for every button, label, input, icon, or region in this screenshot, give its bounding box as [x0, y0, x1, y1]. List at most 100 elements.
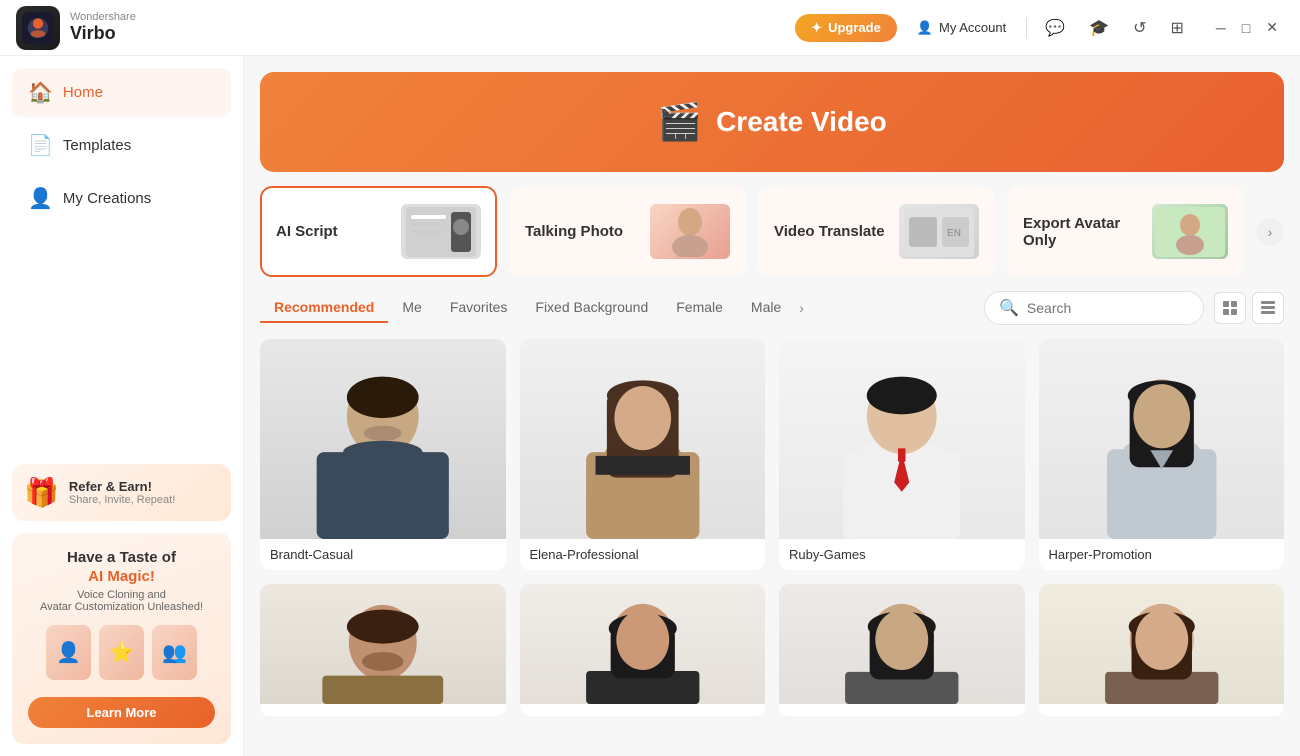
my-account-label: My Account	[939, 20, 1006, 35]
avatar-card-brandt[interactable]: Brandt-Casual	[260, 339, 506, 570]
list-view-icon	[1261, 301, 1275, 315]
avatar-image-ruby	[779, 339, 1025, 539]
sidebar-item-templates[interactable]: 📄 Templates	[12, 121, 231, 170]
ai-magic-title: Have a Taste of	[28, 549, 215, 566]
ai-magic-card[interactable]: Have a Taste of AI Magic! Voice Cloning …	[12, 533, 231, 744]
close-button[interactable]: ✕	[1260, 15, 1284, 40]
ai-script-thumb	[401, 204, 481, 259]
titlebar: Wondershare Virbo ✦ Upgrade 👤 My Account…	[0, 0, 1300, 56]
main-layout: 🏠 Home 📄 Templates 👤 My Creations 🎁 Refe…	[0, 56, 1300, 756]
refer-sub: Share, Invite, Repeat!	[69, 494, 175, 506]
feature-card-video-translate[interactable]: Video Translate EN	[758, 186, 995, 277]
illus-2: ⭐	[99, 625, 144, 680]
hat-icon-button[interactable]: 🎓	[1083, 14, 1115, 42]
avatar-card-8[interactable]	[1039, 584, 1285, 716]
content-area: 🎬 Create Video AI Script	[244, 56, 1300, 756]
grid-view-button[interactable]	[1214, 292, 1246, 324]
refresh-icon-button[interactable]: ↺	[1127, 14, 1152, 42]
ai-magic-highlight: AI Magic!	[28, 568, 215, 585]
feature-card-export-avatar[interactable]: Export Avatar Only	[1007, 186, 1244, 277]
avatar-name-brandt: Brandt-Casual	[260, 539, 506, 570]
sidebar-templates-label: Templates	[63, 137, 131, 154]
view-toggle	[1214, 292, 1284, 324]
create-video-banner[interactable]: 🎬 Create Video	[260, 72, 1284, 172]
templates-icon: 📄	[28, 133, 53, 158]
avatar-name-ruby: Ruby-Games	[779, 539, 1025, 570]
avatar-name-8	[1039, 704, 1285, 716]
tab-fixed-background[interactable]: Fixed Background	[521, 293, 662, 323]
avatar-card-7[interactable]	[779, 584, 1025, 716]
feature-card-ai-script[interactable]: AI Script	[260, 186, 497, 277]
video-translate-label: Video Translate	[774, 223, 885, 240]
sidebar-spacer	[0, 227, 243, 452]
avatar-card-elena[interactable]: Elena-Professional	[520, 339, 766, 570]
sidebar-creations-label: My Creations	[63, 190, 151, 207]
minimize-button[interactable]: ─	[1210, 16, 1232, 40]
brand-name: Wondershare	[70, 11, 136, 23]
sidebar-nav: 🏠 Home 📄 Templates 👤 My Creations	[0, 56, 243, 227]
avatar-name-harper: Harper-Promotion	[1039, 539, 1285, 570]
filter-tabs: Recommended Me Favorites Fixed Backgroun…	[260, 293, 984, 323]
maximize-button[interactable]: □	[1236, 16, 1256, 40]
tab-favorites[interactable]: Favorites	[436, 293, 522, 323]
tab-female[interactable]: Female	[662, 293, 737, 323]
chat-icon-button[interactable]: 💬	[1039, 14, 1071, 42]
grid-icon-button[interactable]: ⊞	[1164, 14, 1189, 42]
avatar-name-7	[779, 704, 1025, 716]
window-controls: ─ □ ✕	[1210, 15, 1284, 40]
more-tabs-button[interactable]: ›	[795, 296, 808, 320]
product-name: Virbo	[70, 23, 136, 44]
avatar-card-ruby[interactable]: Ruby-Games	[779, 339, 1025, 570]
titlebar-controls: ✦ Upgrade 👤 My Account 💬 🎓 ↺ ⊞ ─ □ ✕	[795, 14, 1284, 42]
talking-photo-thumb	[650, 204, 730, 259]
sidebar-promo-area: 🎁 Refer & Earn! Share, Invite, Repeat! H…	[0, 452, 243, 756]
create-video-icon: 🎬	[657, 101, 702, 143]
avatar-grid: Brandt-Casual	[244, 325, 1300, 732]
upgrade-label: Upgrade	[828, 20, 881, 35]
refer-title: Refer & Earn!	[69, 479, 175, 494]
my-creations-icon: 👤	[28, 186, 53, 211]
refer-icon: 🎁	[24, 476, 59, 509]
my-account-button[interactable]: 👤 My Account	[909, 16, 1014, 40]
tab-male[interactable]: Male	[737, 293, 795, 323]
feature-cards-row: AI Script Talking Photo	[260, 186, 1284, 277]
avatar-image-brandt	[260, 339, 506, 539]
ai-magic-illustrations: 👤 ⭐ 👥	[28, 625, 215, 685]
refer-earn-card[interactable]: 🎁 Refer & Earn! Share, Invite, Repeat!	[12, 464, 231, 521]
home-icon: 🏠	[28, 80, 53, 105]
avatar-image-5	[260, 584, 506, 704]
search-area: 🔍	[984, 291, 1204, 325]
sidebar-item-home[interactable]: 🏠 Home	[12, 68, 231, 117]
avatar-card-6[interactable]	[520, 584, 766, 716]
export-avatar-label: Export Avatar Only	[1023, 215, 1152, 249]
upgrade-icon: ✦	[811, 20, 822, 36]
search-icon: 🔍	[999, 298, 1019, 318]
avatar-card-5[interactable]	[260, 584, 506, 716]
titlebar-separator	[1026, 18, 1027, 38]
avatar-name-elena: Elena-Professional	[520, 539, 766, 570]
avatar-name-5	[260, 704, 506, 716]
tab-recommended[interactable]: Recommended	[260, 293, 388, 323]
avatar-image-6	[520, 584, 766, 704]
export-avatar-thumb	[1152, 204, 1228, 259]
learn-more-button[interactable]: Learn More	[28, 697, 215, 728]
sidebar-item-my-creations[interactable]: 👤 My Creations	[12, 174, 231, 223]
logo-area: Wondershare Virbo	[16, 6, 795, 50]
filter-tabs-row: Recommended Me Favorites Fixed Backgroun…	[260, 291, 1284, 325]
feature-card-talking-photo[interactable]: Talking Photo	[509, 186, 746, 277]
talking-photo-label: Talking Photo	[525, 223, 623, 240]
video-translate-thumb: EN	[899, 204, 979, 259]
avatar-image-7	[779, 584, 1025, 704]
tab-me[interactable]: Me	[388, 293, 435, 323]
avatar-image-harper	[1039, 339, 1285, 539]
sidebar: 🏠 Home 📄 Templates 👤 My Creations 🎁 Refe…	[0, 56, 244, 756]
app-logo	[16, 6, 60, 50]
avatar-image-elena	[520, 339, 766, 539]
avatar-card-harper[interactable]: Harper-Promotion	[1039, 339, 1285, 570]
avatar-name-6	[520, 704, 766, 716]
upgrade-button[interactable]: ✦ Upgrade	[795, 14, 897, 42]
search-input[interactable]	[1027, 300, 1187, 316]
feature-cards-next-button[interactable]: ›	[1256, 218, 1284, 246]
list-view-button[interactable]	[1252, 292, 1284, 324]
ai-magic-sub: Voice Cloning andAvatar Customization Un…	[28, 589, 215, 613]
